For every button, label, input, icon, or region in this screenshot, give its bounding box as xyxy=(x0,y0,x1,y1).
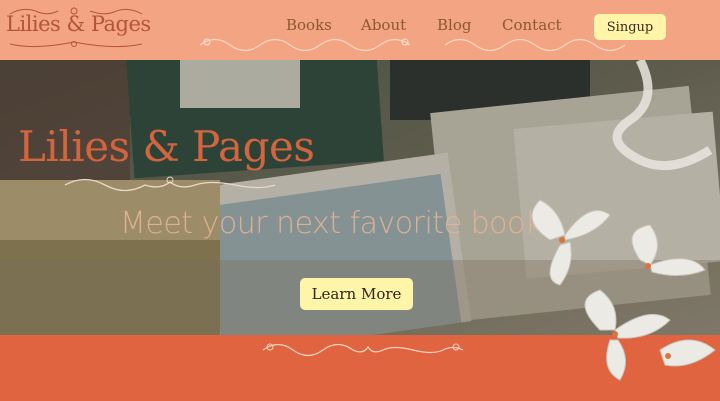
nav-link-books[interactable]: Books xyxy=(286,16,332,34)
hero-title: Lilies & Pages xyxy=(18,122,315,171)
nav-link-about[interactable]: About xyxy=(361,16,406,34)
ribbon-icon xyxy=(612,60,713,171)
nav-link-contact[interactable]: Contact xyxy=(502,16,562,34)
signup-button[interactable]: Singup xyxy=(594,14,666,40)
hero-tagline: Meet your next favorite book.... xyxy=(120,206,578,241)
brand-logo[interactable]: Lilies & Pages xyxy=(4,6,151,48)
logo-text: Lilies & Pages xyxy=(6,12,151,36)
navbar: Lilies & Pages Books About Blog Contact … xyxy=(0,0,720,60)
hero-swirl-icon xyxy=(64,176,276,192)
lily-flowers-icon xyxy=(531,199,716,381)
footer-swirl-icon xyxy=(262,343,464,357)
nav-swirl-icon xyxy=(199,38,411,52)
nav-link-blog[interactable]: Blog xyxy=(437,16,471,34)
learn-more-button[interactable]: Learn More xyxy=(300,278,413,310)
